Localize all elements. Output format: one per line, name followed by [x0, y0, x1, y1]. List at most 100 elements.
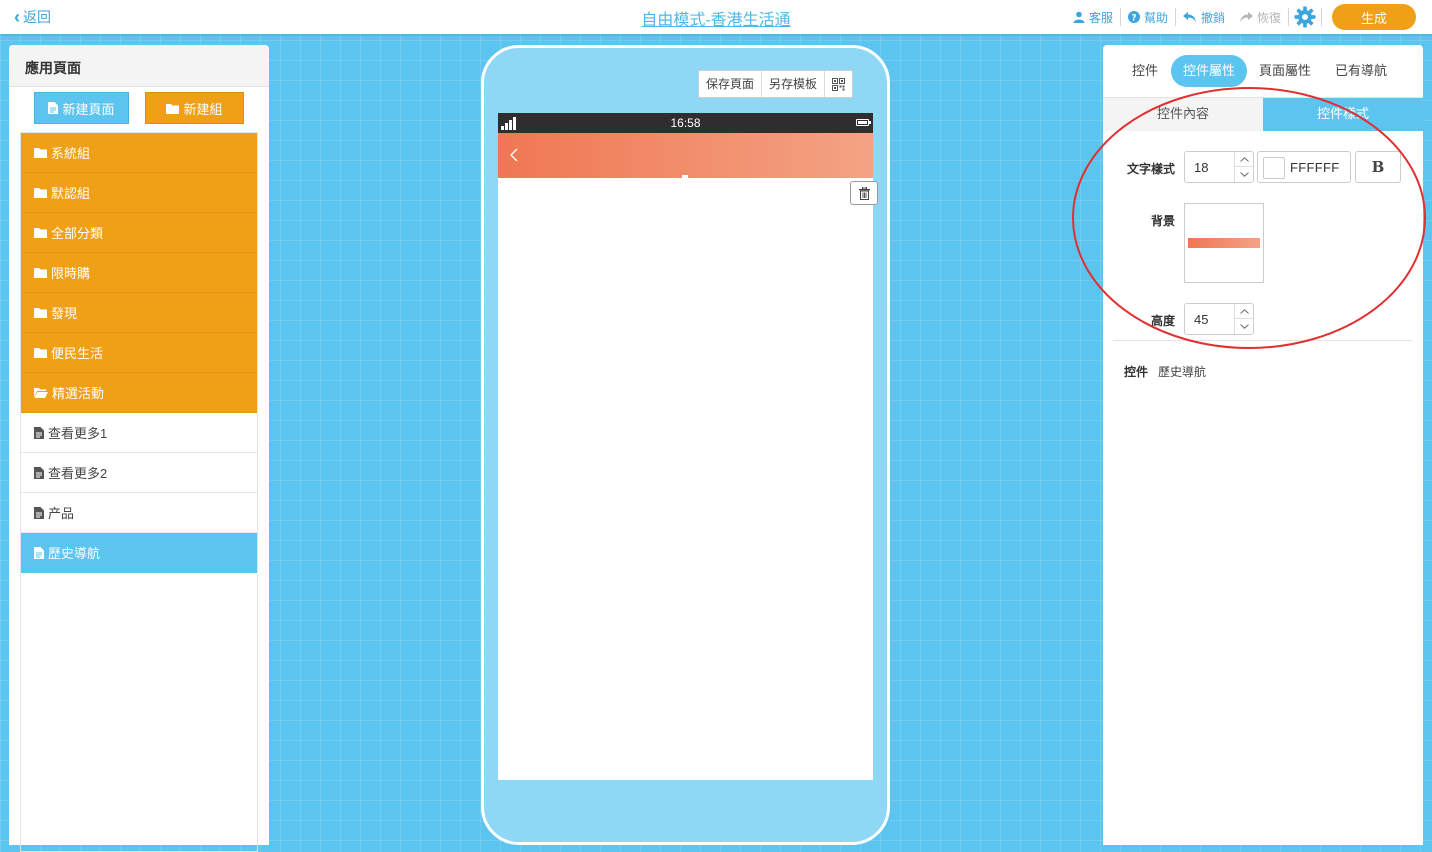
settings-button[interactable] [1289, 6, 1321, 28]
page-label: 产品 [48, 506, 75, 521]
tab-page-properties[interactable]: 頁面屬性 [1249, 55, 1321, 87]
style-sub-tabs: 控件內容 控件樣式 [1103, 97, 1423, 131]
qr-code-button[interactable] [825, 71, 852, 97]
app-pages-panel: 應用頁面 新建頁面 新建組 系統組 默認組 全部分類 限時購 發現 便民生活 精… [9, 45, 269, 852]
redo-icon [1239, 11, 1253, 22]
tab-control-style[interactable]: 控件樣式 [1263, 98, 1423, 131]
folder-icon [34, 308, 47, 318]
properties-panel: 控件 控件屬性 頁面屬性 已有導航 控件內容 控件樣式 文字樣式 18 FFFF… [1103, 45, 1423, 845]
page-title[interactable]: 自由模式-香港生活通 [641, 12, 790, 29]
text-color-field[interactable]: FFFFFF [1257, 151, 1351, 183]
page-item-history-nav[interactable]: 歷史導航 [21, 533, 257, 573]
generate-button[interactable]: 生成 [1332, 4, 1416, 30]
background-gradient-preview [1188, 238, 1260, 248]
phone-preview: 保存頁面 另存模板 16:58 [481, 45, 890, 845]
chevron-up-icon[interactable] [1235, 152, 1253, 167]
divider [1321, 8, 1322, 26]
help-button[interactable]: ? 幫助 [1121, 9, 1175, 26]
user-icon [1073, 11, 1085, 23]
file-icon [48, 102, 59, 114]
delete-control-button[interactable] [850, 181, 878, 205]
customer-service-button[interactable]: 客服 [1066, 9, 1120, 26]
group-item-flash-sale[interactable]: 限時購 [21, 253, 257, 293]
question-icon: ? [1127, 11, 1140, 24]
redo-button[interactable]: 恢復 [1232, 9, 1288, 26]
tab-controls[interactable]: 控件 [1121, 55, 1169, 87]
save-page-button[interactable]: 保存頁面 [699, 71, 763, 97]
height-label: 高度 [1150, 314, 1175, 328]
chevron-down-icon[interactable] [1235, 319, 1253, 334]
group-item-convenience[interactable]: 便民生活 [21, 333, 257, 373]
battery-icon [856, 119, 871, 126]
file-icon [34, 546, 44, 559]
resize-handle[interactable] [682, 175, 688, 179]
group-item-default[interactable]: 默認組 [21, 173, 257, 213]
folder-icon [34, 228, 47, 238]
app-pages-title: 應用頁面 [9, 45, 269, 87]
folder-icon [34, 348, 47, 358]
background-label: 背景 [1150, 214, 1175, 228]
page-item-more2[interactable]: 查看更多2 [21, 453, 257, 493]
page-label: 歷史導航 [48, 546, 101, 561]
folder-icon [166, 103, 180, 114]
new-group-button[interactable]: 新建組 [145, 92, 244, 124]
file-icon [34, 466, 44, 479]
group-label: 限時購 [51, 266, 91, 281]
top-bar: ‹ 返回 自由模式-香港生活通 客服 ? 幫助 撤銷 恢復 生成 [0, 0, 1432, 34]
text-style-label: 文字樣式 [1126, 162, 1175, 176]
folder-icon [34, 268, 47, 278]
divider [1113, 340, 1413, 341]
new-page-label: 新建頁面 [62, 101, 115, 117]
tab-control-properties[interactable]: 控件屬性 [1171, 55, 1247, 87]
height-stepper[interactable]: 45 [1184, 303, 1254, 335]
preview-toolbar: 保存頁面 另存模板 [698, 70, 854, 98]
group-label: 精選活動 [52, 386, 105, 401]
properties-tabs: 控件 控件屬性 頁面屬性 已有導航 [1103, 45, 1423, 97]
text-color-value: FFFFFF [1290, 160, 1340, 175]
undo-icon [1182, 11, 1196, 22]
group-label: 發現 [51, 306, 78, 321]
font-size-stepper[interactable]: 18 [1184, 151, 1254, 183]
help-label: 幫助 [1143, 10, 1168, 25]
new-page-button[interactable]: 新建頁面 [34, 92, 129, 124]
gear-icon [1294, 6, 1316, 28]
save-template-button[interactable]: 另存模板 [762, 71, 826, 97]
folder-icon [34, 148, 47, 158]
group-label: 默認組 [51, 186, 91, 201]
control-name: 歷史導航 [1158, 365, 1207, 379]
page-label: 查看更多2 [48, 466, 108, 481]
page-item-product[interactable]: 产品 [21, 493, 257, 533]
group-item-featured[interactable]: 精選活動 [21, 373, 257, 413]
file-icon [34, 506, 44, 519]
chevron-left-icon: ‹ [14, 7, 20, 27]
group-item-system[interactable]: 系統組 [21, 133, 257, 173]
group-label: 全部分類 [51, 226, 104, 241]
redo-label: 恢復 [1256, 10, 1281, 25]
background-picker[interactable] [1184, 203, 1264, 283]
chevron-left-icon[interactable] [508, 145, 520, 165]
undo-label: 撤銷 [1200, 10, 1225, 25]
history-nav-bar[interactable] [498, 133, 873, 178]
back-label: 返回 [23, 9, 51, 25]
tab-existing-navigation[interactable]: 已有導航 [1325, 55, 1397, 87]
back-link[interactable]: ‹ 返回 [14, 7, 51, 27]
undo-button[interactable]: 撤銷 [1176, 9, 1232, 26]
bold-button[interactable]: B [1355, 151, 1401, 183]
svg-text:?: ? [1131, 14, 1136, 24]
trash-icon [858, 186, 870, 200]
page-item-more1[interactable]: 查看更多1 [21, 413, 257, 453]
tab-control-content[interactable]: 控件內容 [1103, 98, 1263, 131]
file-icon [34, 426, 44, 439]
font-size-value: 18 [1194, 160, 1209, 175]
group-item-discover[interactable]: 發現 [21, 293, 257, 333]
group-label: 系統組 [51, 146, 91, 161]
page-list: 系統組 默認組 全部分類 限時購 發現 便民生活 精選活動 查看更多1 查看更多… [20, 132, 258, 852]
control-key: 控件 [1124, 365, 1149, 379]
color-swatch[interactable] [1263, 157, 1285, 179]
folder-icon [34, 188, 47, 198]
top-actions: 客服 ? 幫助 撤銷 恢復 生成 [1066, 4, 1416, 30]
group-item-all-categories[interactable]: 全部分類 [21, 213, 257, 253]
chevron-down-icon[interactable] [1235, 167, 1253, 182]
customer-service-label: 客服 [1088, 10, 1113, 25]
chevron-up-icon[interactable] [1235, 304, 1253, 319]
